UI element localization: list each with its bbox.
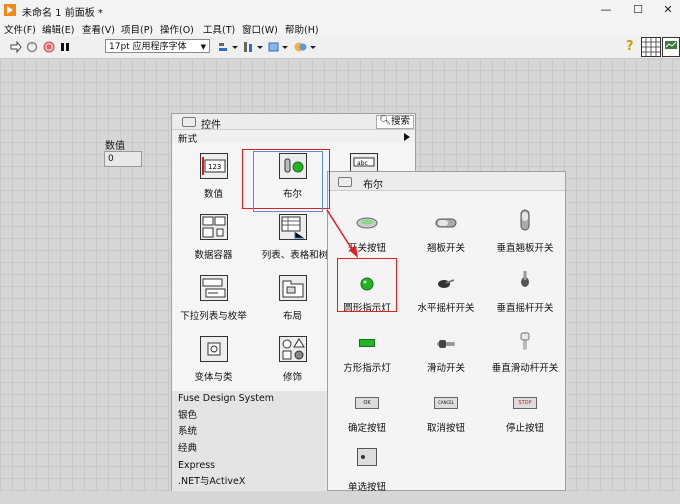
stop-button-icon: STOP <box>513 397 537 409</box>
palette-item-label: 布局 <box>282 311 302 322</box>
chevron-down-icon: ▼ <box>200 43 206 51</box>
menu-file[interactable]: 文件(F) <box>4 22 36 36</box>
menu-bar: 文件(F) 编辑(E) 查看(V) 项目(P) 操作(O) 工具(T) 窗口(W… <box>0 20 680 36</box>
cancel-button-icon: CANCEL <box>434 397 458 409</box>
title-bar: 未命名 1 前面板 * — ☐ ✕ <box>0 0 680 20</box>
font-select-value: 17pt 应用程序字体 <box>109 42 187 52</box>
bool-item-stop-button[interactable]: STOP 停止按钮 <box>486 387 564 445</box>
bool-item-vertical-slide-switch[interactable]: 垂直滑动杆开关 <box>486 327 564 385</box>
bool-item-label: 垂直摇杆开关 <box>496 303 554 314</box>
reorder-icon[interactable] <box>294 41 316 53</box>
bool-item-label: 翘板开关 <box>426 243 465 254</box>
red-arrow-icon <box>326 209 358 258</box>
connector-pane-icon[interactable] <box>641 37 661 57</box>
vertical-toggle-icon <box>521 271 529 287</box>
palette-item-variant-class[interactable]: 变体与类 <box>176 326 251 386</box>
svg-text:abc: abc <box>357 160 368 167</box>
numeric-control[interactable]: 0 <box>104 151 142 167</box>
run-arrow-icon[interactable] <box>10 41 22 53</box>
palette-item-label: 列表、表格和树 <box>261 250 329 261</box>
bool-item-radio-buttons[interactable]: 单选按钮 <box>328 446 406 504</box>
ring-enum-icon <box>200 275 228 301</box>
horizontal-toggle-icon <box>438 279 455 288</box>
window-title: 未命名 1 前面板 * <box>22 8 103 19</box>
palette-item-label: 下拉列表与枚举 <box>180 311 247 322</box>
bool-item-rocker[interactable]: 翘板开关 <box>407 207 485 265</box>
align-objects-icon[interactable] <box>218 41 238 53</box>
menu-operate[interactable]: 操作(O) <box>160 22 194 36</box>
list-table-tree-icon <box>279 214 307 240</box>
numeric-control-label: 数值 <box>105 141 125 152</box>
pin-icon[interactable] <box>182 117 196 127</box>
menu-help[interactable]: 帮助(H) <box>285 22 319 36</box>
bool-item-label: 停止按钮 <box>505 423 544 434</box>
bool-item-label: 垂直滑动杆开关 <box>491 363 559 374</box>
bool-item-cancel-button[interactable]: CANCEL 取消按钮 <box>407 387 485 445</box>
pin-icon[interactable] <box>338 177 352 187</box>
menu-tools[interactable]: 工具(T) <box>203 22 235 36</box>
radio-buttons-icon <box>357 448 377 466</box>
palette-header: 控件 🔍︎ 搜索 <box>172 114 415 131</box>
expand-arrow-icon <box>404 133 410 141</box>
toolbar: 17pt 应用程序字体 ▼ ? <box>0 36 680 59</box>
bool-item-label: 滑动开关 <box>426 363 465 374</box>
bool-item-label: 确定按钮 <box>347 423 386 434</box>
palette-item-label: 数值 <box>203 189 223 200</box>
menu-view[interactable]: 查看(V) <box>82 22 115 36</box>
bool-item-label: 水平摇杆开关 <box>417 303 475 314</box>
palette-item-label: 修饰 <box>282 372 302 383</box>
bool-item-square-led[interactable]: 方形指示灯 <box>328 327 406 385</box>
vi-icon[interactable] <box>662 37 680 57</box>
search-button-label: 搜索 <box>391 116 411 127</box>
variant-class-icon <box>200 336 228 362</box>
palette-item-ring-enum[interactable]: 下拉列表与枚举 <box>176 265 251 325</box>
palette-item-decorations[interactable]: 修饰 <box>255 326 330 386</box>
palette-item-list-table-tree[interactable]: 列表、表格和树 <box>255 204 335 264</box>
labview-app-icon <box>4 4 16 16</box>
decorations-icon <box>279 336 307 362</box>
layout-icon <box>279 275 307 301</box>
boolean-subpalette-title: 布尔 <box>363 180 383 191</box>
slide-switch-icon <box>437 340 455 348</box>
bool-item-vertical-toggle[interactable]: 垂直摇杆开关 <box>486 267 564 325</box>
highlight-round-led-box <box>337 258 397 312</box>
palette-item-numeric[interactable]: 123 数值 <box>176 143 251 203</box>
ok-button-icon: OK <box>355 397 379 409</box>
bool-item-ok-button[interactable]: OK 确定按钮 <box>328 387 406 445</box>
numeric-icon: 123 <box>200 153 228 179</box>
palette-item-label: 数据容器 <box>194 250 233 261</box>
square-led-icon <box>359 339 375 347</box>
boolean-subpalette-header: 布尔 <box>328 172 565 191</box>
maximize-button[interactable]: ☐ <box>624 2 652 18</box>
selection-boolean-box <box>253 151 323 212</box>
bool-item-label: 方形指示灯 <box>343 363 391 374</box>
data-container-icon <box>200 214 228 240</box>
rocker-icon <box>435 218 457 228</box>
resize-objects-icon[interactable] <box>268 41 288 53</box>
palette-item-label: 变体与类 <box>194 372 233 383</box>
palette-item-data-container[interactable]: 数据容器 <box>176 204 251 264</box>
abort-icon[interactable] <box>43 41 55 53</box>
vertical-rocker-icon <box>520 209 530 231</box>
menu-edit[interactable]: 编辑(E) <box>42 22 74 36</box>
minimize-button[interactable]: — <box>592 2 620 18</box>
run-continuously-icon[interactable] <box>26 41 38 53</box>
bool-item-label: 取消按钮 <box>426 423 465 434</box>
menu-project[interactable]: 项目(P) <box>121 22 153 36</box>
bool-item-slide-switch[interactable]: 滑动开关 <box>407 327 485 385</box>
font-select[interactable]: 17pt 应用程序字体 ▼ <box>105 39 210 53</box>
menu-window[interactable]: 窗口(W) <box>242 22 278 36</box>
distribute-objects-icon[interactable] <box>243 41 263 53</box>
palette-item-layout[interactable]: 布局 <box>255 265 330 325</box>
search-icon: 🔍︎ <box>379 115 392 126</box>
search-button[interactable]: 🔍︎ 搜索 <box>376 115 414 129</box>
vertical-slide-switch-icon <box>520 332 530 350</box>
context-help-icon[interactable]: ? <box>626 39 634 54</box>
svg-text:123: 123 <box>208 163 221 171</box>
bool-item-horizontal-toggle[interactable]: 水平摇杆开关 <box>407 267 485 325</box>
bool-item-vertical-rocker[interactable]: 垂直翘板开关 <box>486 207 564 265</box>
pause-icon[interactable] <box>60 42 70 52</box>
close-button[interactable]: ✕ <box>654 2 680 18</box>
bool-item-label: 垂直翘板开关 <box>496 243 554 254</box>
